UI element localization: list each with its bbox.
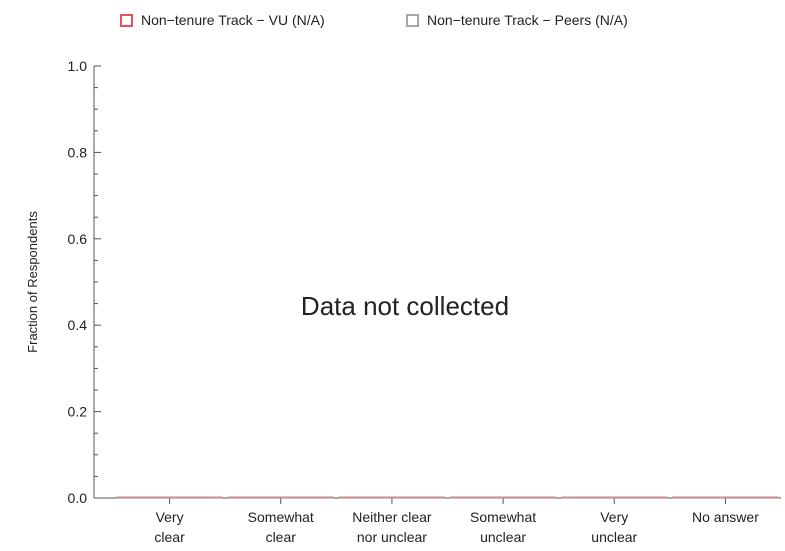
x-category-label: Somewhat (470, 509, 536, 525)
x-category-label: clear (154, 529, 185, 545)
y-tick-label: 0.8 (68, 144, 88, 160)
x-category-label: No answer (692, 509, 759, 525)
y-tick-label: 0.4 (68, 317, 88, 333)
x-category-label: Somewhat (248, 509, 314, 525)
bar (561, 496, 668, 499)
y-tick-label: 1.0 (68, 58, 88, 74)
y-tick-label: 0.6 (68, 231, 88, 247)
y-axis-title: Fraction of Respondents (25, 211, 40, 353)
x-category-label: unclear (591, 529, 637, 545)
x-category-label: Very (600, 509, 628, 525)
x-category-labels: Very clear Somewhat clear Neither clear nor u… (154, 509, 759, 545)
bar (672, 496, 779, 499)
axes (93, 65, 781, 504)
bar-chart: 0.0 0.2 0.4 0.6 0.8 1.0 Very clear Somewhat clea… (25, 58, 781, 545)
bar (116, 496, 223, 499)
x-category-label: unclear (480, 529, 526, 545)
bar (338, 496, 445, 499)
x-category-label: Very (156, 509, 184, 525)
bar (450, 496, 557, 499)
y-tick-label: 0.2 (68, 404, 88, 420)
x-category-label: Neither clear (352, 509, 432, 525)
y-tick-label: 0.0 (68, 490, 88, 506)
x-category-label: clear (266, 529, 297, 545)
x-category-label: nor unclear (357, 529, 427, 545)
bar (227, 496, 334, 499)
y-tick-labels: 0.0 0.2 0.4 0.6 0.8 1.0 (68, 58, 88, 506)
no-data-message: Data not collected (301, 291, 509, 321)
